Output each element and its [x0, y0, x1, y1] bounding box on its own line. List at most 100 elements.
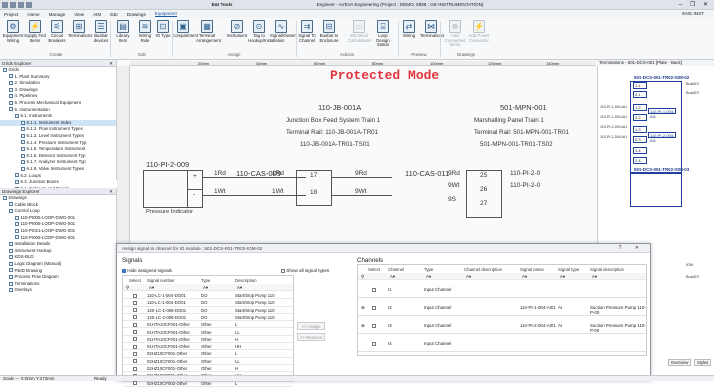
- signal-row[interactable]: 120-LC-2-006-DO01 DO Start/Stop Pump 110: [123, 314, 293, 322]
- menu-item-manage[interactable]: Manage: [49, 12, 66, 17]
- ribbon-button-17[interactable]: ⇄ Wiring: [398, 20, 420, 39]
- channels-column-header[interactable]: Select: [368, 267, 380, 272]
- drawing-tree-item[interactable]: 110-PI005-LOOP-DWG-001: [0, 215, 116, 222]
- drawing-tree-item[interactable]: Instrument Hookup: [0, 248, 116, 255]
- signal-select-checkbox[interactable]: [133, 293, 137, 298]
- assign-button[interactable]: << Assign: [297, 322, 325, 330]
- terminal-cell[interactable]: 1.4: [633, 147, 647, 154]
- menu-item-ei[interactable]: E&I: [110, 12, 117, 17]
- signal-row[interactable]: 01HTA10CF001-Other Other H: [123, 336, 293, 344]
- bottom-tab-styles[interactable]: Styles: [694, 359, 712, 366]
- terminal-cell[interactable]: 2.4: [633, 157, 647, 164]
- channel-select-checkbox[interactable]: [372, 288, 376, 292]
- ribbon-button-16[interactable]: ⌸ Loop Design Status: [372, 20, 394, 48]
- signal-select-checkbox[interactable]: [133, 351, 137, 356]
- channel-row[interactable]: ⊗ I2 Input Channel 110-PI-1-004-AI01 AI Sucti…: [358, 299, 646, 316]
- grid-tree-item[interactable]: 6.1.6. Detector Instrument Typ: [0, 153, 116, 160]
- terminal-cell[interactable]: 1.3: [633, 126, 647, 133]
- drawing-tree-item[interactable]: Cable Block: [0, 202, 116, 209]
- drawing-tree-item[interactable]: P&ID Drawing: [0, 268, 116, 275]
- ribbon-button-1[interactable]: ⚡ Supply Fed Items: [24, 20, 46, 43]
- ribbon-button-4[interactable]: ☰ Busbar devices: [90, 20, 112, 43]
- ribbon-button-2[interactable]: ⚟ Circuit Breakers: [46, 20, 68, 43]
- signal-select-checkbox[interactable]: [133, 322, 137, 327]
- channel-row[interactable]: ⊗ I3 Input Channel 110-PI-2-004-AI01 AI Sucti…: [358, 317, 646, 334]
- signals-column-header[interactable]: Description: [235, 278, 257, 283]
- channels-column-header[interactable]: Signal type: [558, 267, 579, 272]
- ribbon-button-7[interactable]: ⊡ IO Type: [152, 20, 174, 39]
- bottom-tab-overview[interactable]: Overview: [668, 359, 692, 366]
- menu-item-view[interactable]: View: [74, 12, 84, 17]
- menu-item-aim[interactable]: AIM: [93, 12, 101, 17]
- channels-column-header[interactable]: Channel description: [464, 267, 502, 272]
- signal-select-checkbox[interactable]: [133, 330, 137, 334]
- grid-tree-item[interactable]: 6.1.2. Flow Instrument Types: [0, 126, 116, 133]
- menu-item-home[interactable]: Home: [27, 12, 39, 17]
- quick-access-toolbar[interactable]: [2, 2, 32, 8]
- ribbon-button-5[interactable]: ▤ Library Item: [112, 20, 134, 43]
- channels-column-header[interactable]: Signal name: [520, 267, 544, 272]
- ribbon-button-10[interactable]: ⊘ Instrument: [226, 20, 248, 39]
- ribbon-button-14[interactable]: ⊟ Busbar to Enclosure: [318, 20, 340, 43]
- signal-select-checkbox[interactable]: [133, 359, 137, 364]
- grid-tree-item[interactable]: 6.2. Loops: [0, 173, 116, 180]
- signal-row[interactable]: 110-LC-1-004-DO01 DO Start/Stop Pump 110: [123, 292, 293, 300]
- signals-column-header[interactable]: Select: [129, 278, 141, 283]
- signals-column-header[interactable]: Type: [201, 278, 210, 283]
- unassign-icon[interactable]: ⊗: [361, 305, 365, 311]
- drawing-tree-item[interactable]: Installation Details: [0, 241, 116, 248]
- hide-assigned-checkbox[interactable]: Hide assigned signals: [122, 268, 172, 273]
- signal-select-checkbox[interactable]: [133, 381, 137, 386]
- grid-tree-item[interactable]: 6.1.4. Pressure Instrument Typ: [0, 140, 116, 147]
- grid-tree-item[interactable]: 3. Drawings: [0, 87, 116, 94]
- signal-row[interactable]: 02HZ10CF001-Other Other LL: [123, 358, 293, 365]
- grid-tree-item[interactable]: 6.3. Junction Boxes: [0, 179, 116, 186]
- channels-column-header[interactable]: Channel: [388, 267, 404, 272]
- drawing-tree-item[interactable]: Drawings: [0, 195, 116, 202]
- ribbon-button-9[interactable]: ▦ Terminal Arrangement: [196, 20, 221, 43]
- ribbon-button-0[interactable]: ⚙ Equipment Wiring: [2, 20, 24, 43]
- channel-select-checkbox[interactable]: [372, 324, 376, 328]
- channels-column-header[interactable]: Type: [424, 267, 433, 272]
- signal-row[interactable]: 110-LC-1-004-DO01 DO Start/Stop Pump 110: [123, 299, 293, 307]
- channels-table[interactable]: Select Channel Type Channel description Sign…: [357, 264, 647, 356]
- grid-tree-item[interactable]: 6. Instrumentation: [0, 107, 116, 114]
- grid-tree-item[interactable]: 6.1.8. Valve Instrument Types: [0, 166, 116, 173]
- signal-select-checkbox[interactable]: [133, 300, 137, 305]
- ribbon-button-19[interactable]: ⊕ Add Connected Items: [444, 20, 466, 48]
- signal-row[interactable]: 02HZ10CF001-Other Other L: [123, 350, 293, 358]
- menu-item-equipment[interactable]: Equipment: [154, 11, 177, 17]
- signal-select-checkbox[interactable]: [133, 344, 137, 349]
- signal-select-checkbox[interactable]: [133, 337, 137, 342]
- close-icon[interactable]: ✕: [109, 188, 113, 195]
- terminal-cell[interactable]: 2.1: [633, 91, 647, 98]
- drawing-tree-item[interactable]: 110-PI005-LOOP-DWG-001: [0, 221, 116, 228]
- signal-select-checkbox[interactable]: [133, 308, 137, 313]
- grid-tree-item[interactable]: 6.1.3. Level Instrument Types: [0, 133, 116, 140]
- ribbon-button-15[interactable]: ▭ Electrical Calculations: [348, 20, 371, 43]
- channel-row[interactable]: I1 Input Channel: [358, 281, 646, 298]
- signal-select-checkbox[interactable]: [133, 315, 137, 320]
- close-icon[interactable]: ✕: [109, 60, 113, 67]
- drawing-tree-item[interactable]: 110-PI021-LOOP-DWG-001: [0, 228, 116, 235]
- user-info[interactable]: ENG.INST: [682, 11, 704, 16]
- grid-tree-item[interactable]: 6.1.5. Temperature Instrument: [0, 146, 116, 153]
- grid-tree-item[interactable]: Grids: [0, 67, 116, 74]
- menu-item-project[interactable]: Project: [4, 12, 18, 17]
- grid-tree-item[interactable]: 5. Process Mechanical Equipment: [0, 100, 116, 107]
- drawing-tree-item[interactable]: Logic Diagram (Manual): [0, 261, 116, 268]
- ribbon-button-12[interactable]: ∿ Signal/Owner: [270, 20, 296, 39]
- drawing-tree-item[interactable]: KDS-BLD: [0, 254, 116, 261]
- signal-select-checkbox[interactable]: [133, 366, 137, 371]
- dialog-controls[interactable]: ? ✕: [619, 244, 645, 253]
- terminal-tag[interactable]: 110-PI-2-004-AI1: [648, 132, 676, 143]
- ribbon-button-8[interactable]: ▣ Compartment: [172, 20, 198, 39]
- window-controls[interactable]: – ❐ ✕: [679, 1, 711, 9]
- drawing-tree-item[interactable]: 110-PI005-LOOP-DWG-001: [0, 235, 116, 242]
- drawing-tree-item[interactable]: Process Flow Diagram: [0, 274, 116, 281]
- show-all-checkbox[interactable]: Show all signal types: [281, 268, 329, 273]
- ribbon-button-3[interactable]: ⊞ Terminations: [68, 20, 92, 39]
- grid-tree-item[interactable]: 6.1.7. Analyzer Instrument Typ: [0, 159, 116, 166]
- channel-select-checkbox[interactable]: [372, 306, 376, 310]
- filter-row[interactable]: ⚲ A▾ A▾ A▾: [123, 284, 293, 292]
